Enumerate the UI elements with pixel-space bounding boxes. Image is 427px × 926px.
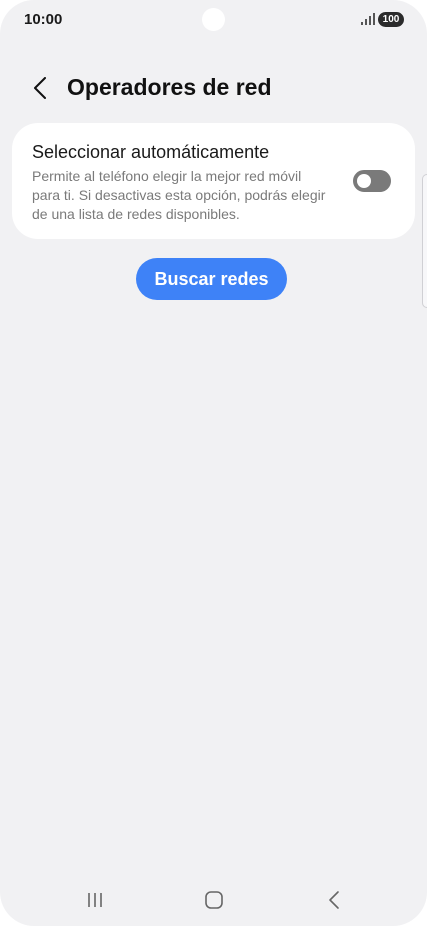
- home-icon: [205, 891, 223, 909]
- search-networks-button[interactable]: Buscar redes: [136, 258, 287, 300]
- back-button[interactable]: [26, 74, 54, 102]
- status-time: 10:00: [24, 11, 63, 28]
- phone-screen: 10:00 100 Operadores de red Seleccionar …: [0, 0, 427, 926]
- auto-select-card[interactable]: Seleccionar automáticamente Permite al t…: [12, 123, 415, 239]
- toggle-knob: [357, 174, 371, 188]
- battery-indicator: 100: [378, 12, 404, 27]
- auto-select-description: Permite al teléfono elegir la mejor red …: [32, 168, 326, 222]
- home-button[interactable]: [194, 888, 234, 912]
- auto-select-title: Seleccionar automáticamente: [32, 142, 270, 162]
- status-bar: 10:00 100: [0, 0, 427, 40]
- page-header: Operadores de red: [0, 68, 427, 108]
- back-icon: [329, 891, 339, 909]
- edge-panel-handle[interactable]: [422, 174, 427, 308]
- nav-back-button[interactable]: [314, 888, 354, 912]
- chevron-left-icon: [34, 77, 46, 99]
- page-title: Operadores de red: [67, 74, 272, 100]
- auto-select-toggle[interactable]: [353, 170, 391, 192]
- recents-button[interactable]: [75, 888, 115, 912]
- camera-cutout: [202, 8, 225, 31]
- signal-icon: [361, 13, 375, 25]
- navigation-bar: [0, 880, 427, 920]
- recents-icon: [88, 893, 102, 907]
